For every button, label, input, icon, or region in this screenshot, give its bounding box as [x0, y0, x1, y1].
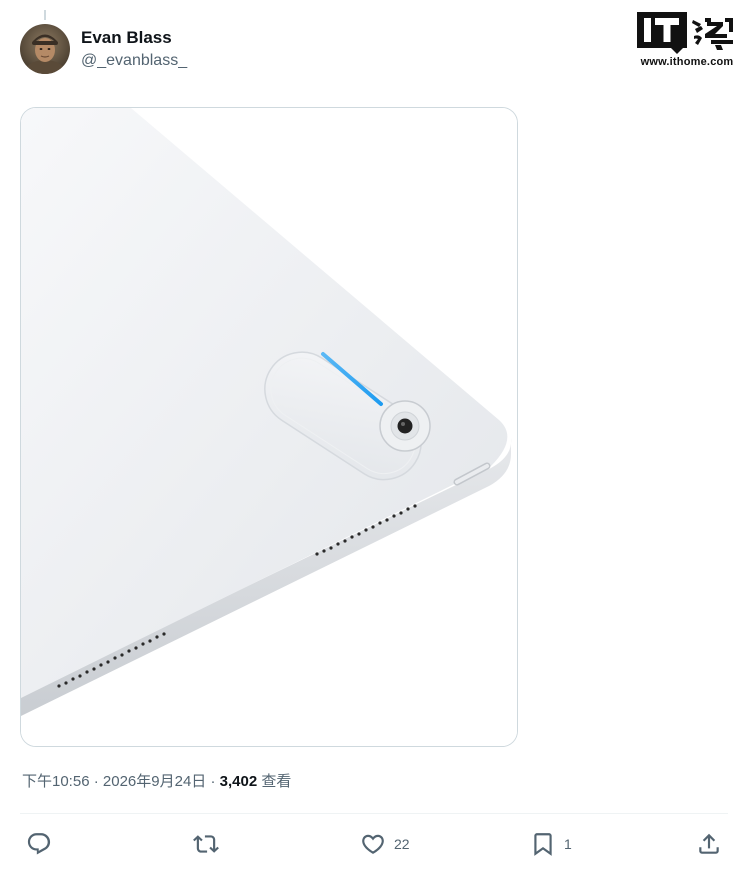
thread-connector-line [44, 10, 46, 20]
heart-icon [362, 834, 384, 854]
tweet-date[interactable]: 2026年9月24日 [103, 773, 206, 790]
tweet-media[interactable] [20, 107, 518, 747]
reply-button[interactable] [26, 830, 60, 858]
meta-separator: · [206, 773, 220, 790]
like-button[interactable]: 22 [360, 830, 410, 858]
retweet-icon [193, 835, 219, 853]
like-count: 22 [394, 836, 410, 852]
tweet-time[interactable]: 下午10:56 [22, 773, 90, 790]
tweet-meta: 下午10:56 · 2026年9月24日 · 3,402 查看 [22, 772, 291, 792]
retweet-button[interactable] [193, 830, 227, 858]
author-display-name[interactable]: Evan Blass [81, 28, 187, 48]
share-button[interactable] [696, 830, 730, 858]
avatar[interactable] [20, 24, 70, 74]
reply-icon [27, 833, 51, 855]
meta-separator: · [89, 773, 103, 790]
views-count: 3,402 [219, 773, 258, 790]
bookmark-count: 1 [564, 836, 572, 852]
tweet-header: Evan Blass @_evanblass_ [20, 24, 187, 74]
watermark-url: www.ithome.com [640, 56, 734, 68]
ithome-logo-icon [637, 12, 733, 54]
bookmark-icon [534, 833, 552, 856]
author-handle[interactable]: @_evanblass_ [81, 51, 187, 71]
views-label: 查看 [257, 773, 292, 790]
ithome-watermark: www.ithome.com [636, 12, 738, 68]
tablet-photo-icon [21, 108, 517, 746]
bookmark-button[interactable]: 1 [530, 830, 572, 858]
profile-photo-icon [20, 24, 70, 74]
share-icon [699, 833, 719, 854]
divider [20, 813, 728, 814]
